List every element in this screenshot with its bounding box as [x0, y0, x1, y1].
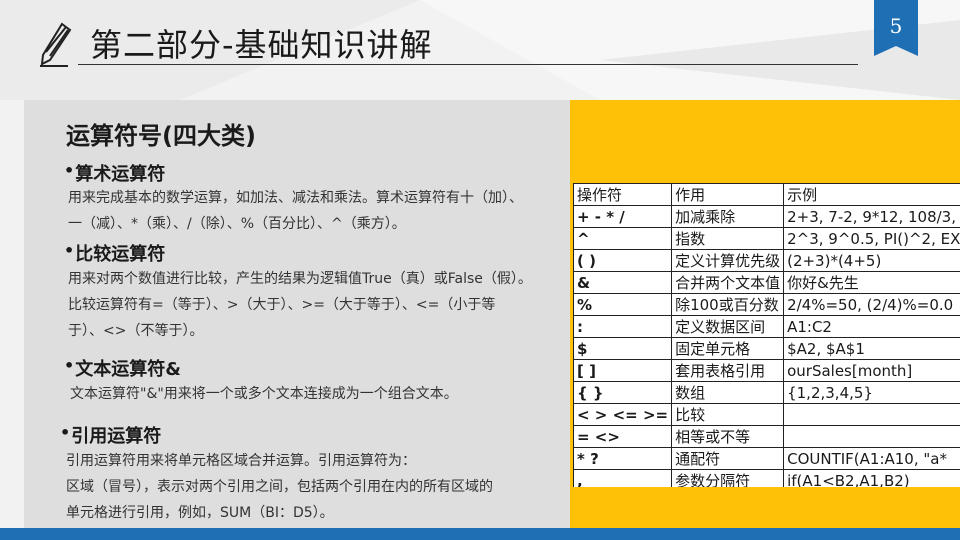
- table-row: = <> 相等或不等: [573, 425, 960, 448]
- table-cell: 固定单元格: [671, 337, 785, 360]
- table-cell: [783, 425, 960, 448]
- table-header-cell: 作用: [671, 183, 785, 206]
- table-cell: (2+3)*(4+5): [783, 249, 960, 272]
- table-cell: = <>: [573, 425, 673, 448]
- table-row: ^ 指数 2^3, 9^0.5, PI()^2, EX: [573, 227, 960, 250]
- table-row: % 除100或百分数 2/4%=50, (2/4)%=0.0: [573, 293, 960, 316]
- table-cell: 加减乘除: [671, 205, 785, 228]
- table-header-cell: 示例: [783, 183, 960, 206]
- table-cell: %: [573, 293, 673, 316]
- table-cell: 指数: [671, 227, 785, 250]
- table-cell: [783, 403, 960, 426]
- table-row: + - * / 加减乘除 2+3, 7-2, 9*12, 108/3,: [573, 205, 960, 228]
- table-cell: $A2, $A$1: [783, 337, 960, 360]
- table-cell: 比较: [671, 403, 785, 426]
- table-cell: 定义计算优先级: [671, 249, 785, 272]
- table-row: ( ) 定义计算优先级 (2+3)*(4+5): [573, 249, 960, 272]
- table-cell: ^: [573, 227, 673, 250]
- table-cell: + - * /: [573, 205, 673, 228]
- table-row: < > <= >= 比较: [573, 403, 960, 426]
- title-underline: [78, 64, 858, 65]
- table-cell: if(A1<B2,A1,B2): [783, 469, 960, 487]
- table-row: [ ] 套用表格引用 ourSales[month]: [573, 359, 960, 382]
- operator-table: 操作符 作用 示例 + - * / 加减乘除 2+3, 7-2, 9*12, 108…: [573, 183, 960, 487]
- table-header-cell: 操作符: [573, 183, 673, 206]
- section-comparison-title: •比较运算符: [64, 241, 166, 265]
- page-number: 5: [889, 14, 903, 38]
- operator-table-grid: 操作符 作用 示例 + - * / 加减乘除 2+3, 7-2, 9*12, 108…: [573, 183, 960, 487]
- bullet-icon: •: [64, 241, 75, 260]
- page-title: 第二部分-基础知识讲解: [90, 26, 433, 64]
- pencil-icon: [40, 22, 72, 67]
- table-row: { } 数组 {1,2,3,4,5}: [573, 381, 960, 404]
- bullet-icon: •: [64, 161, 75, 180]
- section-text-title: •文本运算符&: [64, 356, 181, 380]
- table-cell: ,: [573, 469, 673, 487]
- table-row: & 合并两个文本值 你好&先生: [573, 271, 960, 294]
- table-cell: 2^3, 9^0.5, PI()^2, EX: [783, 227, 960, 250]
- bullet-icon: •: [60, 423, 71, 442]
- table-cell: 你好&先生: [783, 271, 960, 294]
- table-cell: 合并两个文本值: [671, 271, 785, 294]
- table-cell: 参数分隔符: [671, 469, 785, 487]
- table-header-row: 操作符 作用 示例: [573, 183, 960, 206]
- table-cell: 套用表格引用: [671, 359, 785, 382]
- section-comparison-text: 用来对两个数值进行比较，产生的结果为逻辑值True（真）或False（假）。 比…: [68, 271, 532, 339]
- table-cell: 2/4%=50, (2/4)%=0.0: [783, 293, 960, 316]
- table-cell: 2+3, 7-2, 9*12, 108/3,: [783, 205, 960, 228]
- table-cell: COUNTIF(A1:A10, "a*: [783, 447, 960, 470]
- table-cell: 数组: [671, 381, 785, 404]
- section-text-text: 文本运算符"&"用来将一个或多个文本连接成为一个组合文本。: [70, 386, 458, 402]
- section-arithmetic-title: •算术运算符: [64, 161, 166, 185]
- table-row: $ 固定单元格 $A2, $A$1: [573, 337, 960, 360]
- table-cell: { }: [573, 381, 673, 404]
- table-cell: [ ]: [573, 359, 673, 382]
- table-cell: 相等或不等: [671, 425, 785, 448]
- main-heading: 运算符号(四大类): [66, 122, 256, 150]
- slide: 第二部分-基础知识讲解 5 运算符号(四大类) •算术运算符 用来完成基本的数学…: [0, 0, 960, 540]
- bullet-icon: •: [64, 356, 75, 375]
- table-row: * ? 通配符 COUNTIF(A1:A10, "a*: [573, 447, 960, 470]
- table-cell: &: [573, 271, 673, 294]
- section-reference-title: •引用运算符: [60, 423, 162, 447]
- table-cell: ( ): [573, 249, 673, 272]
- table-cell: ourSales[month]: [783, 359, 960, 382]
- table-cell: :: [573, 315, 673, 338]
- table-cell: 定义数据区间: [671, 315, 785, 338]
- table-cell: 通配符: [671, 447, 785, 470]
- table-row: , 参数分隔符 if(A1<B2,A1,B2): [573, 469, 960, 487]
- table-cell: {1,2,3,4,5}: [783, 381, 960, 404]
- table-cell: A1:C2: [783, 315, 960, 338]
- table-cell: < > <= >=: [573, 403, 673, 426]
- table-row: : 定义数据区间 A1:C2: [573, 315, 960, 338]
- section-reference-text: 引用运算符用来将单元格区域合并运算。引用运算符为： 区域（冒号），表示对两个引用…: [66, 453, 493, 521]
- table-cell: $: [573, 337, 673, 360]
- section-arithmetic-text: 用来完成基本的数学运算，如加法、减法和乘法。算术运算符有十（加）、 一（减）、*…: [68, 190, 523, 232]
- table-cell: 除100或百分数: [671, 293, 785, 316]
- bottom-bar: [0, 528, 960, 540]
- table-cell: * ?: [573, 447, 673, 470]
